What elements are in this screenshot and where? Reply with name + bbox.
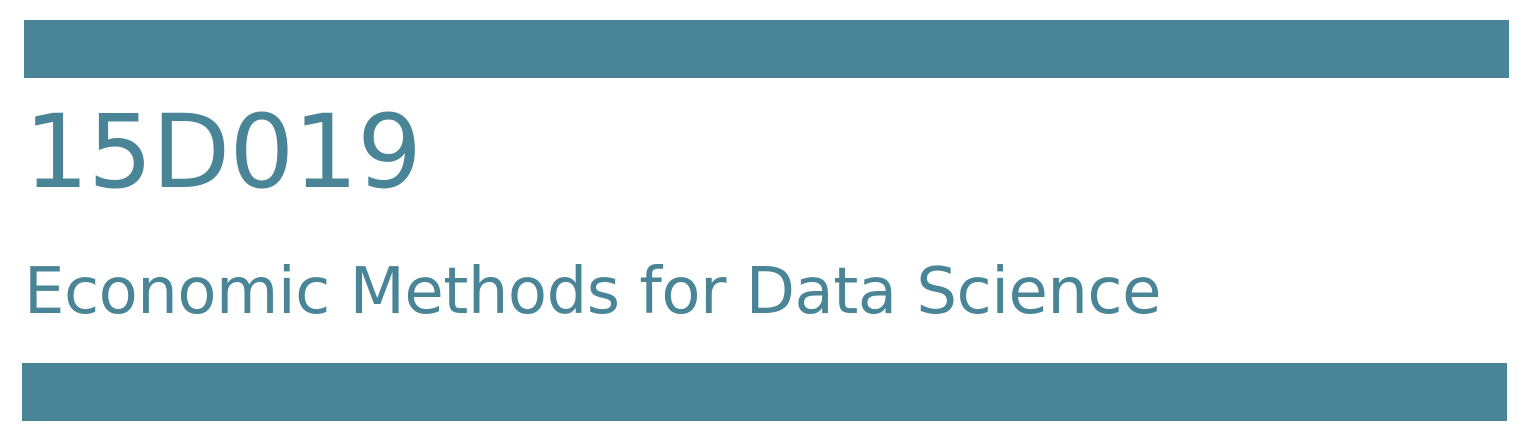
bottom-accent-bar: [22, 363, 1507, 421]
top-accent-bar: [24, 20, 1509, 78]
course-code: 15D019: [24, 93, 422, 212]
course-title: Economic Methods for Data Science: [24, 255, 1161, 329]
